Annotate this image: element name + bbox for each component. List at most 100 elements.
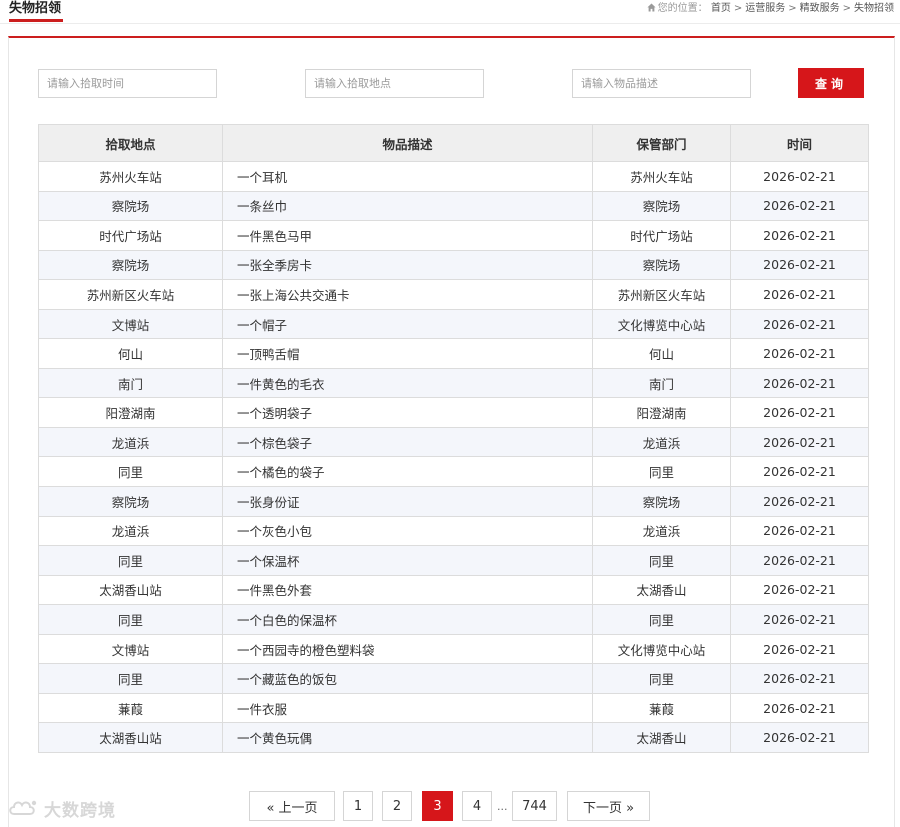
title-underline — [9, 19, 63, 22]
cell-department: 同里 — [592, 663, 731, 694]
query-button[interactable]: 查询 — [798, 68, 864, 98]
cell-time: 2026-02-21 — [730, 456, 869, 488]
cell-time: 2026-02-21 — [730, 604, 869, 635]
top-bar: 失物招领 您的位置： 首页 > 运营服务 > 精致服务 > 失物招领 — [0, 0, 900, 24]
cell-description: 一个透明袋子 — [222, 397, 593, 428]
item-description-input[interactable] — [572, 69, 751, 98]
cell-time: 2026-02-21 — [730, 633, 869, 665]
cell-place: 苏州新区火车站 — [38, 279, 223, 310]
cell-time: 2026-02-21 — [730, 397, 869, 428]
cell-time: 2026-02-21 — [730, 486, 869, 517]
table-row: 苏州火车站 一个耳机 苏州火车站 2026-02-21 — [38, 161, 869, 192]
cell-department: 龙道浜 — [592, 515, 731, 547]
cell-place: 察院场 — [38, 486, 223, 517]
column-header-time: 时间 — [730, 124, 869, 162]
cell-department: 南门 — [592, 367, 731, 399]
page-title: 失物招领 — [9, 1, 62, 16]
cell-department: 蒹葭 — [592, 692, 731, 724]
cell-place: 太湖香山站 — [38, 722, 223, 753]
cell-place: 南门 — [38, 367, 223, 399]
cell-description: 一张全季房卡 — [222, 249, 593, 281]
cell-time: 2026-02-21 — [730, 279, 869, 310]
cell-time: 2026-02-21 — [730, 161, 869, 192]
page-button-4[interactable]: 4 — [462, 791, 492, 821]
cell-description: 一件黄色的毛衣 — [222, 367, 593, 399]
next-page-button[interactable]: 下一页 » — [567, 791, 650, 821]
cell-description: 一个橘色的袋子 — [222, 456, 593, 488]
cell-description: 一个黄色玩偶 — [222, 722, 593, 753]
cell-department: 文化博览中心站 — [592, 633, 731, 665]
table-row: 太湖香山站 一个黄色玩偶 太湖香山 2026-02-21 — [38, 722, 869, 753]
table-row: 何山 一顶鸭舌帽 何山 2026-02-21 — [38, 338, 869, 369]
cell-description: 一件黑色外套 — [222, 574, 593, 606]
pickup-time-input[interactable] — [38, 69, 217, 98]
cell-description: 一个保温杯 — [222, 545, 593, 576]
table-row: 龙道浜 一个灰色小包 龙道浜 2026-02-21 — [38, 515, 869, 547]
prev-page-button[interactable]: « 上一页 — [249, 791, 335, 821]
cell-description: 一条丝巾 — [222, 190, 593, 222]
cell-description: 一个帽子 — [222, 308, 593, 340]
cell-time: 2026-02-21 — [730, 190, 869, 222]
cell-place: 同里 — [38, 604, 223, 635]
cell-description: 一张上海公共交通卡 — [222, 279, 593, 310]
cell-description: 一张身份证 — [222, 486, 593, 517]
table-row: 太湖香山站 一件黑色外套 太湖香山 2026-02-21 — [38, 574, 869, 606]
cell-place: 察院场 — [38, 249, 223, 281]
cell-department: 时代广场站 — [592, 220, 731, 251]
breadcrumb-item-home[interactable]: 首页 — [711, 3, 731, 14]
cell-department: 同里 — [592, 545, 731, 576]
breadcrumb-item-operations[interactable]: 运营服务 — [745, 3, 785, 14]
table-row: 南门 一件黄色的毛衣 南门 2026-02-21 — [38, 367, 869, 399]
cell-time: 2026-02-21 — [730, 515, 869, 547]
page-button-2[interactable]: 2 — [382, 791, 412, 821]
cell-time: 2026-02-21 — [730, 722, 869, 753]
table-body: 苏州火车站 一个耳机 苏州火车站 2026-02-21 察院场 一条丝巾 察院场 2026-0… — [38, 161, 869, 753]
lost-found-table: 拾取地点 物品描述 保管部门 时间 苏州火车站 一个耳机 苏州火车站 2026-02-… — [38, 124, 869, 753]
cell-place: 苏州火车站 — [38, 161, 223, 192]
page-button-last[interactable]: 744 — [512, 791, 557, 821]
breadcrumb-separator: > — [842, 3, 851, 14]
page-button-1[interactable]: 1 — [343, 791, 373, 821]
cell-department: 苏州火车站 — [592, 161, 731, 192]
breadcrumb: 您的位置： 首页 > 运营服务 > 精致服务 > 失物招领 — [647, 3, 894, 15]
breadcrumb-separator: > — [733, 3, 743, 14]
cell-time: 2026-02-21 — [730, 663, 869, 694]
table-row: 同里 一个橘色的袋子 同里 2026-02-21 — [38, 456, 869, 488]
cell-place: 龙道浜 — [38, 426, 223, 458]
cell-department: 察院场 — [592, 249, 731, 281]
table-row: 文博站 一个西园寺的橙色塑料袋 文化博览中心站 2026-02-21 — [38, 633, 869, 665]
cell-department: 阳澄湖南 — [592, 397, 731, 428]
cell-place: 同里 — [38, 456, 223, 488]
breadcrumb-item-services[interactable]: 精致服务 — [800, 3, 840, 14]
table-row: 同里 一个白色的保温杯 同里 2026-02-21 — [38, 604, 869, 635]
cell-description: 一个灰色小包 — [222, 515, 593, 547]
cell-department: 苏州新区火车站 — [592, 279, 731, 310]
cell-place: 同里 — [38, 545, 223, 576]
pickup-place-input[interactable] — [305, 69, 484, 98]
page-button-3-current[interactable]: 3 — [422, 791, 453, 821]
cell-time: 2026-02-21 — [730, 545, 869, 576]
cell-time: 2026-02-21 — [730, 249, 869, 281]
table-row: 文博站 一个帽子 文化博览中心站 2026-02-21 — [38, 308, 869, 340]
cell-department: 同里 — [592, 456, 731, 488]
table-row: 察院场 一条丝巾 察院场 2026-02-21 — [38, 190, 869, 222]
breadcrumb-item-current: 失物招领 — [854, 3, 894, 14]
cell-time: 2026-02-21 — [730, 367, 869, 399]
cell-description: 一个耳机 — [222, 161, 593, 192]
column-header-description: 物品描述 — [222, 124, 593, 162]
cell-department: 察院场 — [592, 190, 731, 222]
cell-place: 文博站 — [38, 308, 223, 340]
cell-description: 一件黑色马甲 — [222, 220, 593, 251]
cell-description: 一个白色的保温杯 — [222, 604, 593, 635]
watermark: 大数跨境 — [8, 796, 116, 821]
table-row: 苏州新区火车站 一张上海公共交通卡 苏州新区火车站 2026-02-21 — [38, 279, 869, 310]
cell-place: 太湖香山站 — [38, 574, 223, 606]
cloud-logo-icon — [9, 800, 37, 815]
table-header-row: 拾取地点 物品描述 保管部门 时间 — [38, 124, 869, 162]
cell-department: 龙道浜 — [592, 426, 731, 458]
watermark-text: 大数跨境 — [44, 801, 116, 821]
cell-description: 一个藏蓝色的饭包 — [222, 663, 593, 694]
breadcrumb-location-label: 您的位置： — [657, 3, 708, 14]
cell-place: 同里 — [38, 663, 223, 694]
table-row: 察院场 一张身份证 察院场 2026-02-21 — [38, 486, 869, 517]
